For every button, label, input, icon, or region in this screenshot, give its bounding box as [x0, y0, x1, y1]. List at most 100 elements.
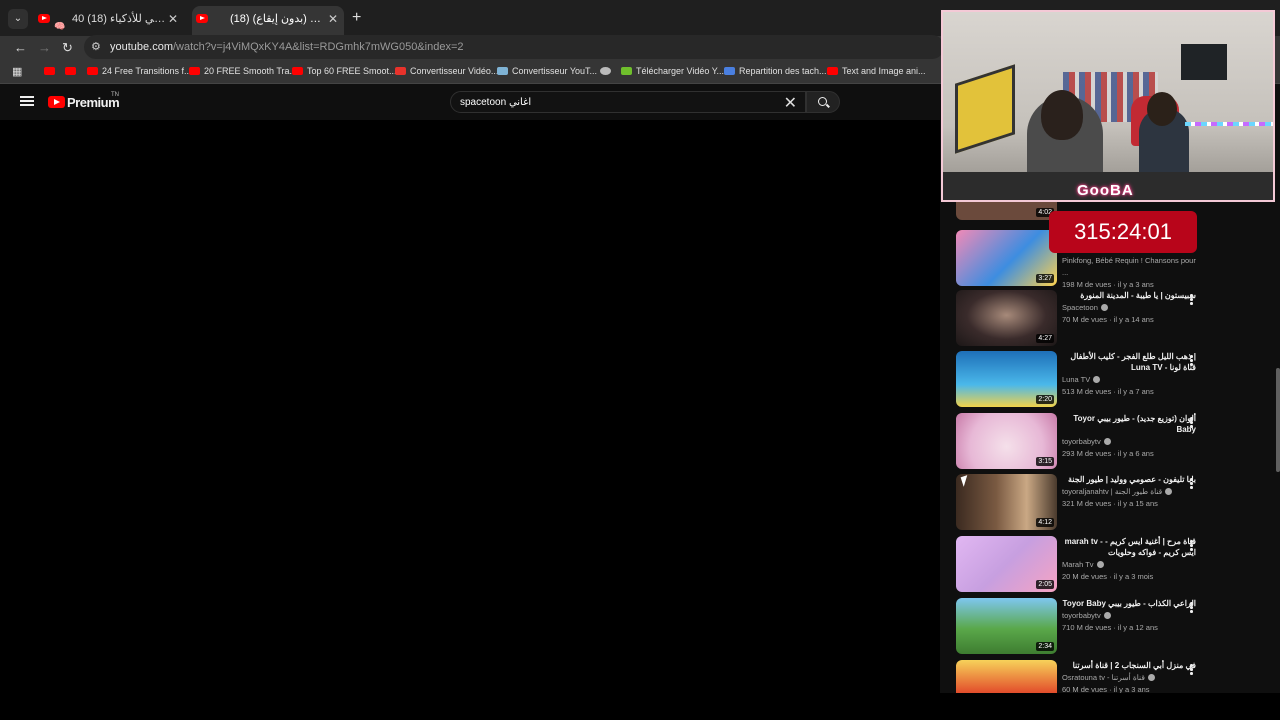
bookmark-item[interactable] [44, 66, 59, 76]
search-icon [818, 97, 827, 106]
video-title[interactable]: في منزل أبي السنجاب 2 | قناة أسرتنا [1062, 660, 1196, 671]
view-count: 20 M de vues · il y a 3 mois [1062, 572, 1154, 581]
channel-name[interactable]: Luna TV [1062, 375, 1090, 384]
video-thumbnail[interactable]: 4:27 [956, 290, 1057, 346]
browser-tab-active[interactable]: (18) الأرنب والثعلب (بدون إيقاع) · ✕ [192, 6, 344, 36]
duration-badge: 2:05 [1036, 580, 1054, 589]
verified-icon [1147, 674, 1155, 681]
person-right-head [1147, 92, 1177, 126]
converter-bookmark-icon [497, 67, 508, 75]
bookmark-item[interactable]: Repartition des tach... [724, 66, 827, 76]
list-item[interactable]: 2:20 ذهب الليل طلع الفجر - كليب الأطفال … [940, 351, 1200, 411]
tab-title: (18) الأرنب والثعلب (بدون إيقاع) · [230, 13, 326, 25]
more-options-icon[interactable] [1190, 294, 1193, 305]
list-item[interactable]: في منزل أبي السنجاب 2 | قناة أسرتنا Osra… [940, 660, 1200, 693]
verified-icon [1165, 488, 1173, 495]
youtube-bookmark-icon [292, 67, 303, 75]
view-count: 60 M de vues · il y a 3 ans [1062, 685, 1150, 693]
more-options-icon[interactable] [1190, 540, 1193, 551]
channel-name[interactable]: toyorbabytv [1062, 437, 1101, 446]
video-thumbnail[interactable]: 2:20 [956, 351, 1057, 407]
youtube-premium-logo[interactable]: Premium TN [48, 92, 138, 113]
video-thumbnail[interactable]: 4:02 [956, 200, 1057, 220]
search-input[interactable]: spacetoon اغاني ✕ [450, 91, 806, 113]
channel-name[interactable]: toyorbabytv [1062, 611, 1101, 620]
list-item[interactable]: 4:12 بابا تليفون - عصومي ووليد | طيور ال… [940, 474, 1200, 534]
video-title[interactable]: سبيستون | يا طيبة - المدينة المنورة [1062, 290, 1196, 301]
youtube-bookmark-icon [44, 67, 55, 75]
video-thumbnail[interactable]: 3:15 [956, 413, 1057, 469]
bookmark-item[interactable]: Text and Image ani... [827, 66, 926, 76]
view-count: 710 M de vues · il y a 12 ans [1062, 623, 1158, 632]
forward-arrow-icon[interactable]: → [38, 40, 51, 55]
video-thumbnail[interactable]: 2:34 [956, 598, 1057, 654]
list-item[interactable]: 4:27 سبيستون | يا طيبة - المدينة المنورة… [940, 290, 1200, 350]
close-tab-icon[interactable]: ✕ [168, 6, 178, 32]
tab-title: 40 سؤال ثقافي للأذكياء (18) [72, 13, 168, 25]
more-options-icon[interactable] [1190, 602, 1193, 613]
z-bookmark-icon [395, 67, 406, 75]
channel-name[interactable]: Spacetoon [1062, 303, 1098, 312]
bookmark-item[interactable]: Télécharger Vidéo Y... [621, 66, 724, 76]
person-left-head [1041, 90, 1083, 140]
list-item[interactable]: 3:15 Toyor ألوان (توزيع جديد) - طيور بيب… [940, 413, 1200, 473]
back-arrow-icon[interactable]: ← [14, 40, 27, 55]
list-item[interactable]: 2:05 marah tv - قناة مرح | أغنية ايس كري… [940, 536, 1200, 596]
bookmark-item[interactable]: 20 FREE Smooth Tra... [189, 66, 297, 76]
channel-name[interactable]: toyoraljanahtv | قناة طيور الجنة [1062, 487, 1162, 496]
clear-search-icon[interactable]: ✕ [784, 93, 797, 113]
view-count: 293 M de vues · il y a 6 ans [1062, 449, 1154, 458]
led-lights [1185, 122, 1273, 126]
video-thumbnail[interactable] [956, 660, 1057, 693]
more-options-icon[interactable] [1190, 664, 1193, 675]
search-query: spacetoon اغاني [460, 97, 532, 108]
bookmark-item[interactable] [65, 66, 80, 76]
search-button[interactable] [806, 91, 840, 113]
more-options-icon[interactable] [1190, 355, 1193, 366]
bookmark-item[interactable]: Top 60 FREE Smoot... [292, 66, 397, 76]
wall-tv [1181, 44, 1227, 80]
bookmark-item[interactable]: 24 Free Transitions f... [87, 66, 192, 76]
view-count: 321 M de vues · il y a 15 ans [1062, 499, 1158, 508]
bookmark-item[interactable]: Convertisseur YouT... [497, 66, 597, 76]
tab-search-dropdown-icon[interactable]: ⌄ [8, 9, 28, 29]
channel-name[interactable]: Marah Tv [1062, 560, 1094, 569]
channel-name[interactable]: Osratouna tv - قناة أسرتنا [1062, 673, 1145, 682]
recommendations-list: 4:02 3:27 Pinkfong, Bébé Requin ! Chanso… [940, 200, 1280, 693]
close-tab-icon[interactable]: ✕ [328, 6, 338, 32]
webcam-overlay: GooBA [941, 10, 1275, 202]
scrollbar-thumb[interactable] [1276, 368, 1280, 472]
video-title[interactable]: بابا تليفون - عصومي ووليد | طيور الجنة [1062, 474, 1196, 485]
video-thumbnail[interactable]: 4:12 [956, 474, 1057, 530]
bookmark-item[interactable] [600, 66, 615, 76]
docs-bookmark-icon [724, 67, 735, 75]
bookmark-item[interactable]: Convertisseur Vidéo... [395, 66, 498, 76]
channel-name[interactable]: Pinkfong, Bébé Requin ! Chansons pour ..… [1062, 255, 1196, 279]
video-thumbnail[interactable]: 2:05 [956, 536, 1057, 592]
apps-grid-icon[interactable]: ▦ [12, 65, 22, 78]
hamburger-menu-icon[interactable] [20, 96, 34, 106]
reload-icon[interactable]: ↻ [62, 40, 73, 56]
video-title[interactable]: Toyor Baby الراعي الكذاب - طيور بيبي [1062, 598, 1196, 609]
duration-badge: 3:15 [1036, 457, 1054, 466]
verified-icon [1093, 376, 1101, 383]
browser-tab[interactable]: 🧠 40 سؤال ثقافي للأذكياء (18) ✕ [34, 6, 184, 36]
video-thumbnail[interactable]: 3:27 [956, 230, 1057, 286]
more-options-icon[interactable] [1190, 417, 1193, 428]
stream-timer: 315:24:01 [1049, 211, 1197, 253]
duration-badge: 2:34 [1036, 642, 1054, 651]
youtube-favicon-icon [196, 14, 208, 23]
new-tab-button[interactable]: + [352, 9, 361, 27]
youtube-play-icon [48, 96, 65, 108]
video-player[interactable] [0, 120, 940, 693]
address-bar[interactable]: ⚙ youtube.com/watch?v=j4ViMQxKY4A&list=R… [84, 35, 944, 59]
site-settings-icon[interactable]: ⚙ [91, 40, 101, 53]
video-title[interactable]: ذهب الليل طلع الفجر - كليب الأطفال | Lun… [1062, 351, 1196, 373]
list-item[interactable]: 2:34 Toyor Baby الراعي الكذاب - طيور بيب… [940, 598, 1200, 658]
more-options-icon[interactable] [1190, 478, 1193, 489]
duration-badge: 2:20 [1036, 395, 1054, 404]
video-title[interactable]: Toyor ألوان (توزيع جديد) - طيور بيبي Bab… [1062, 413, 1196, 435]
verified-icon [1103, 438, 1111, 445]
video-title[interactable]: marah tv - قناة مرح | أغنية ايس كريم - ا… [1062, 536, 1196, 558]
verified-icon [1103, 612, 1111, 619]
